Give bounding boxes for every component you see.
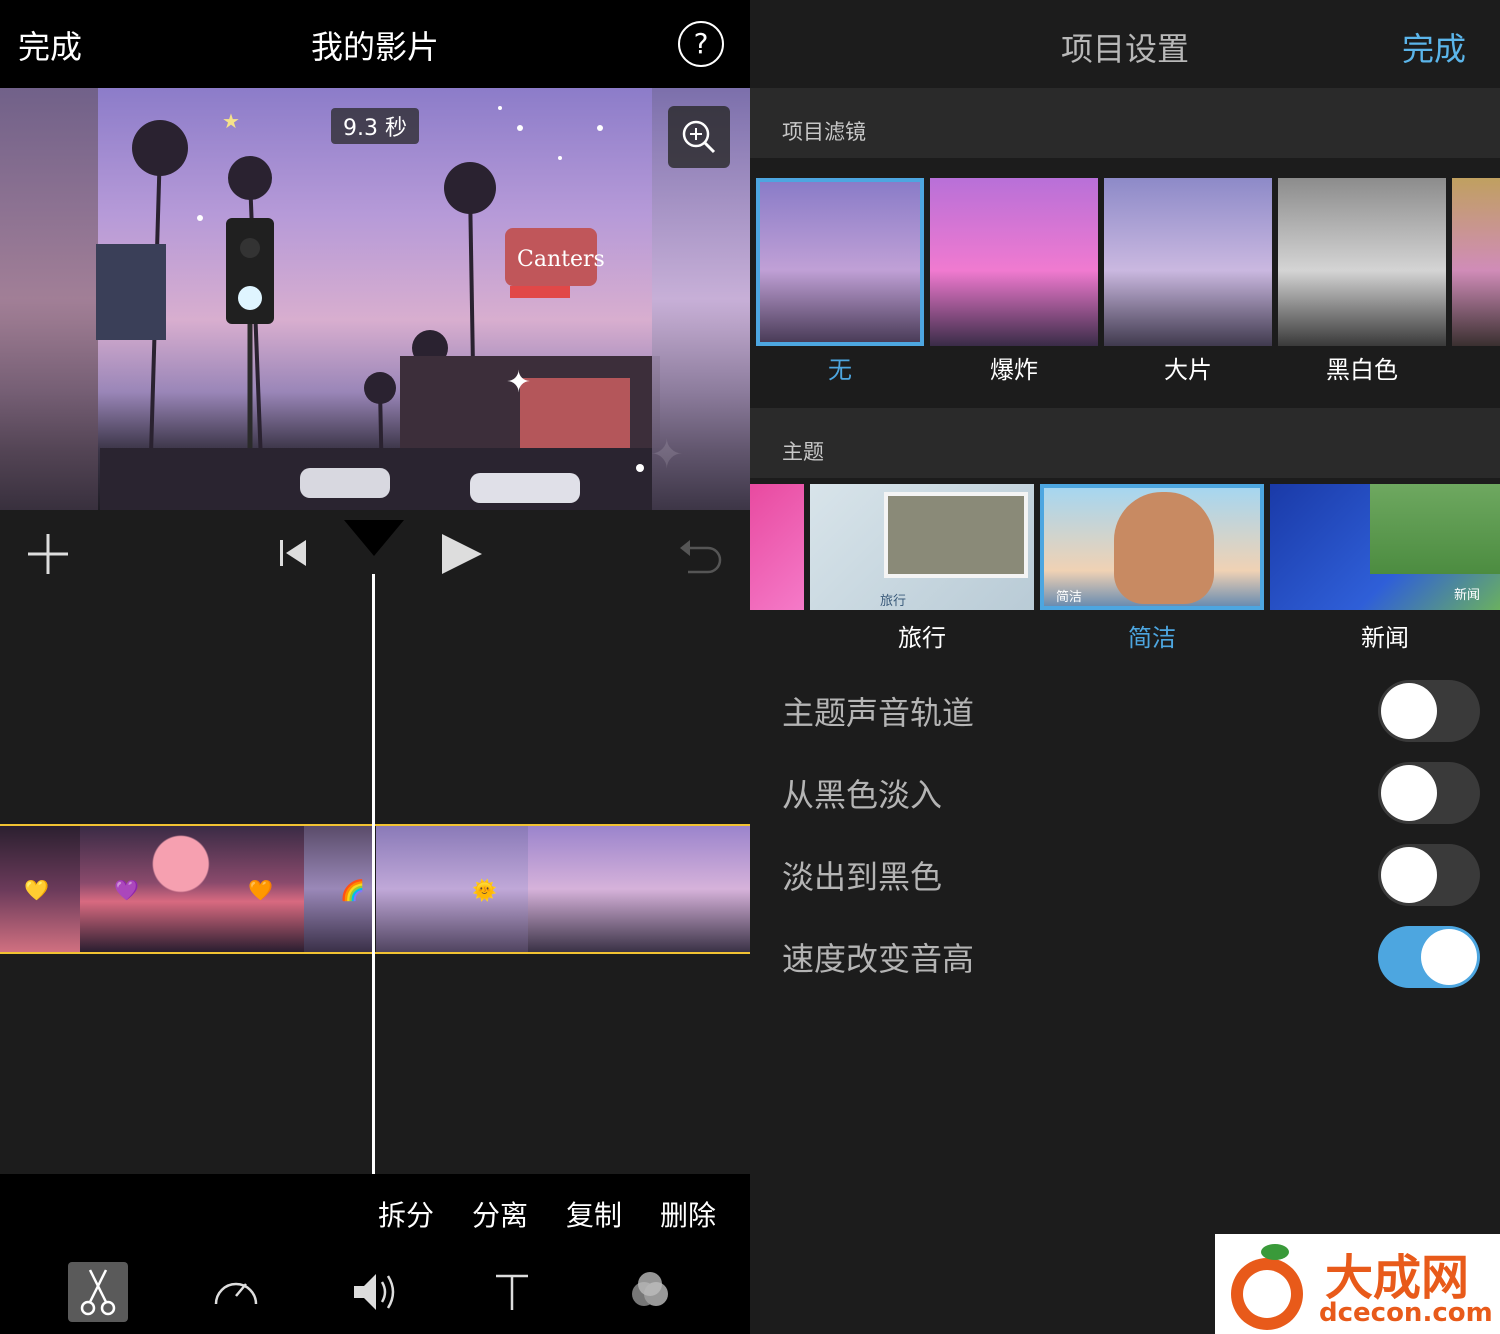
watermark-text-en: dcecon.com [1319, 1298, 1493, 1328]
filter-thumbnail-none[interactable] [756, 178, 924, 346]
theme-thumbnail-partial[interactable] [750, 484, 804, 610]
detach-button[interactable]: 分离 [472, 1194, 528, 1234]
timeline-clip-strip[interactable]: 💛 💜 🧡 🌈 🌞 [0, 824, 750, 954]
duration-badge: 9.3 秒 [331, 108, 419, 144]
edit-toolbar: 拆分 分离 复制 删除 [0, 1174, 750, 1334]
themes-section-label: 主题 [782, 440, 824, 464]
playhead-line[interactable] [372, 574, 375, 1174]
timeline-clip[interactable]: 💜 🧡 [80, 826, 304, 952]
filter-thumbnail-blockbuster[interactable] [1104, 178, 1272, 346]
theme-thumb-caption: 简洁 [1056, 590, 1083, 605]
zoom-in-icon [682, 120, 716, 154]
project-settings-panel: 项目设置 完成 项目滤镜 无 爆炸 大片 黑白色 主题 旅行 旅行 简洁 简洁 … [750, 0, 1500, 1334]
theme-carousel[interactable]: 旅行 旅行 简洁 简洁 新闻 新闻 [750, 478, 1500, 668]
theme-photo-frame [884, 492, 1028, 578]
filter-label: 无 [828, 356, 852, 384]
theme-news-photo [1370, 484, 1500, 574]
filter-label: 黑白色 [1326, 356, 1398, 384]
project-title: 我的影片 [310, 28, 439, 66]
filter-tool-button[interactable] [620, 1262, 680, 1322]
fade-out-toggle[interactable] [1378, 844, 1480, 906]
theme-thumb-caption: 旅行 [880, 594, 907, 609]
filter-thumbnail-boom[interactable] [930, 178, 1098, 346]
speed-tool-button[interactable] [206, 1262, 266, 1322]
skip-to-start-icon[interactable] [278, 538, 308, 568]
delete-button[interactable]: 删除 [660, 1194, 716, 1234]
title-tool-button[interactable] [482, 1262, 542, 1322]
theme-music-toggle[interactable] [1378, 680, 1480, 742]
fade-in-toggle[interactable] [1378, 762, 1480, 824]
filter-circles-icon [632, 1272, 668, 1306]
speedometer-icon [214, 1282, 258, 1305]
volume-tool-button[interactable] [344, 1262, 404, 1322]
timeline-clip[interactable]: 🌈 [304, 826, 374, 952]
scissors-icon [80, 1269, 116, 1316]
clip-emoji: 🧡 [248, 878, 273, 902]
svg-text:Canters: Canters [517, 247, 605, 272]
setting-fade-out: 淡出到黑色 [750, 832, 1500, 914]
timeline-clip[interactable] [528, 826, 750, 952]
settings-done-button[interactable]: 完成 [1402, 24, 1466, 70]
playhead-marker [344, 520, 404, 556]
filter-thumbnail-partial[interactable] [1452, 178, 1500, 346]
settings-header: 项目设置 完成 [750, 0, 1500, 88]
watermark-logo: 大成网 dcecon.com [1215, 1234, 1500, 1334]
setting-theme-music: 主题声音轨道 [750, 668, 1500, 750]
video-preview[interactable]: Canters ★ ✦ ✦ 9.3 秒 [0, 88, 750, 510]
duplicate-button[interactable]: 复制 [566, 1194, 622, 1234]
svg-text:★: ★ [222, 109, 240, 133]
setting-label: 从黑色淡入 [782, 776, 943, 814]
add-media-icon[interactable] [28, 534, 68, 574]
filter-label: 大片 [1164, 356, 1212, 384]
theme-thumbnail-simple[interactable]: 简洁 [1040, 484, 1264, 610]
setting-label: 速度改变音高 [782, 940, 975, 978]
theme-label: 新闻 [1361, 624, 1409, 652]
toggle-knob [1381, 847, 1437, 903]
watermark-fruit-icon [1231, 1244, 1303, 1330]
filters-section-header: 项目滤镜 [750, 88, 1500, 158]
scissors-tool-button[interactable] [68, 1262, 128, 1322]
theme-thumbnail-travel[interactable]: 旅行 [810, 484, 1034, 610]
timeline-clip[interactable]: 💛 [0, 826, 80, 952]
toggle-knob [1381, 683, 1437, 739]
setting-label: 淡出到黑色 [782, 858, 943, 896]
undo-icon[interactable] [678, 532, 724, 576]
clip-emoji: 💜 [114, 878, 139, 902]
filter-thumbnail-black-white[interactable] [1278, 178, 1446, 346]
editor-header: 完成 我的影片 ? [0, 0, 750, 88]
clip-emoji: 🌈 [340, 878, 365, 902]
theme-portrait [1114, 492, 1214, 604]
speed-pitch-toggle[interactable] [1378, 926, 1480, 988]
preview-scene: Canters ★ ✦ ✦ [96, 106, 684, 510]
settings-title: 项目设置 [1060, 30, 1189, 68]
filter-carousel[interactable]: 无 爆炸 大片 黑白色 [750, 158, 1500, 408]
theme-label: 简洁 [1128, 624, 1176, 652]
timeline-clip[interactable]: 🌞 [376, 826, 528, 952]
play-icon[interactable] [440, 532, 484, 576]
theme-thumbnail-news[interactable]: 新闻 [1270, 484, 1500, 610]
setting-label: 主题声音轨道 [782, 694, 975, 732]
themes-section-header: 主题 [750, 408, 1500, 478]
clip-emoji: 💛 [24, 878, 49, 902]
setting-speed-pitch: 速度改变音高 [750, 914, 1500, 996]
svg-text:✦: ✦ [506, 365, 531, 400]
theme-thumb-caption: 新闻 [1454, 588, 1481, 603]
toggle-knob [1381, 765, 1437, 821]
help-button[interactable]: ? [678, 21, 724, 67]
clip-emoji: 🌞 [472, 878, 497, 902]
speaker-icon [354, 1274, 395, 1310]
zoom-button[interactable] [668, 106, 730, 168]
theme-label: 旅行 [898, 624, 946, 652]
filters-section-label: 项目滤镜 [782, 120, 866, 144]
text-icon [496, 1274, 528, 1310]
split-button[interactable]: 拆分 [378, 1194, 434, 1234]
setting-fade-in: 从黑色淡入 [750, 750, 1500, 832]
toggle-knob [1421, 929, 1477, 985]
filter-label: 爆炸 [990, 356, 1038, 384]
editor-panel: 完成 我的影片 ? Canters ★ ✦ 9.3 秒 💛 💜 🧡 🌈 🌞 拆分… [0, 0, 750, 1334]
